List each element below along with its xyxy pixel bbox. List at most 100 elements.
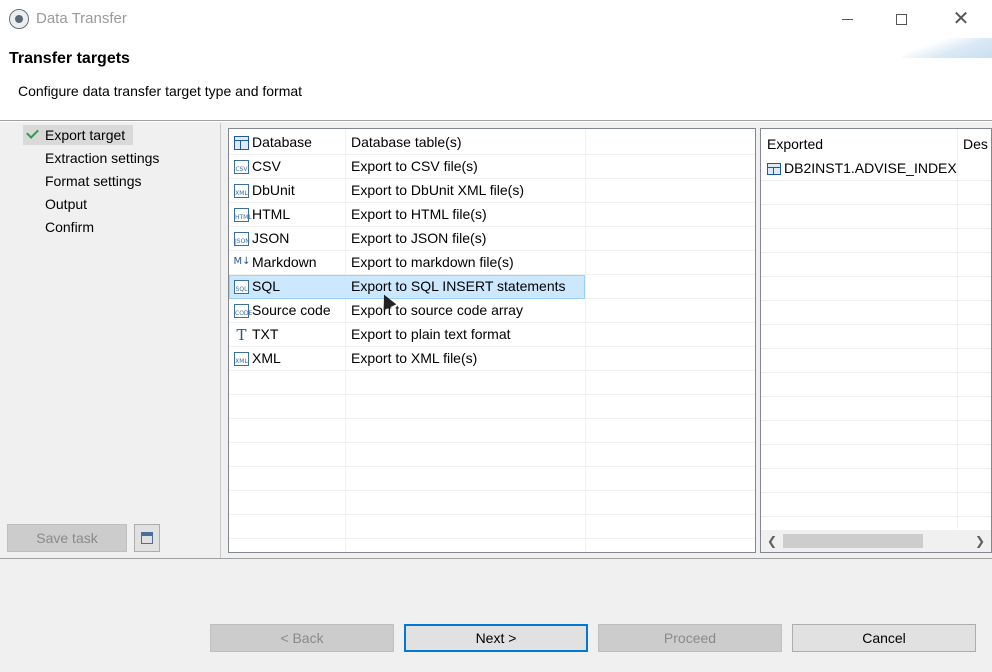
sql-file-icon: SQL bbox=[234, 280, 249, 294]
empty-row bbox=[761, 469, 991, 493]
page-title: Transfer targets bbox=[9, 50, 130, 67]
empty-row bbox=[761, 301, 991, 325]
empty-row bbox=[761, 205, 991, 229]
empty-row bbox=[761, 181, 991, 205]
format-description: Export to CSV file(s) bbox=[351, 158, 478, 174]
format-description: Database table(s) bbox=[351, 134, 462, 150]
scroll-left-icon[interactable]: ❮ bbox=[763, 532, 781, 550]
format-row-dbunit[interactable]: XML DbUnit Export to DbUnit XML file(s) bbox=[229, 179, 755, 203]
step-label: Extraction settings bbox=[45, 150, 160, 166]
step-export-target[interactable]: Export target bbox=[23, 125, 133, 145]
close-button[interactable]: ✕ bbox=[932, 0, 990, 38]
maximize-button[interactable] bbox=[872, 0, 930, 38]
format-name: Source code bbox=[252, 302, 331, 318]
empty-row bbox=[229, 395, 755, 419]
format-description: Export to HTML file(s) bbox=[351, 206, 487, 222]
back-button[interactable]: < Back bbox=[210, 624, 394, 652]
format-row-xml[interactable]: XML XML Export to XML file(s) bbox=[229, 347, 755, 371]
format-row-source-code[interactable]: CODE Source code Export to source code a… bbox=[229, 299, 755, 323]
app-logo-icon bbox=[9, 9, 29, 29]
xml-file-icon: XML bbox=[234, 184, 249, 198]
markdown-icon: M↓ bbox=[232, 256, 252, 270]
cancel-button[interactable]: Cancel bbox=[792, 624, 976, 652]
nav-divider bbox=[220, 123, 221, 558]
wizard-header: Transfer targets Configure data transfer… bbox=[0, 38, 992, 120]
json-file-icon: JSON bbox=[234, 232, 250, 246]
step-confirm[interactable]: Confirm bbox=[45, 217, 94, 237]
csv-file-icon: CSV bbox=[234, 160, 249, 174]
step-label: Export target bbox=[45, 127, 126, 143]
xml-file-icon: XML bbox=[234, 352, 249, 366]
format-name: TXT bbox=[252, 326, 279, 342]
format-name: CSV bbox=[252, 158, 281, 174]
step-output[interactable]: Output bbox=[45, 194, 87, 214]
scroll-thumb[interactable] bbox=[783, 534, 923, 548]
step-format-settings[interactable]: Format settings bbox=[45, 171, 141, 191]
table-icon bbox=[767, 163, 781, 175]
format-row-csv[interactable]: CSV CSV Export to CSV file(s) bbox=[229, 155, 755, 179]
save-task-icon bbox=[141, 532, 153, 544]
format-row-markdown[interactable]: M↓ Markdown Export to markdown file(s) bbox=[229, 251, 755, 275]
format-description: Export to JSON file(s) bbox=[351, 230, 487, 246]
format-description: Export to markdown file(s) bbox=[351, 254, 514, 270]
empty-row bbox=[761, 349, 991, 373]
empty-row bbox=[229, 515, 755, 539]
header-decoration bbox=[902, 38, 992, 58]
format-name: JSON bbox=[252, 230, 290, 246]
text-icon: T bbox=[234, 328, 249, 343]
save-task-button[interactable]: Save task bbox=[7, 524, 127, 552]
empty-row bbox=[229, 419, 755, 443]
exported-object-name: DB2INST1.ADVISE_INDEX bbox=[784, 160, 957, 176]
empty-row bbox=[229, 467, 755, 491]
empty-row bbox=[761, 253, 991, 277]
format-row-database[interactable]: Database Database table(s) bbox=[229, 131, 755, 155]
format-description: Export to source code array bbox=[351, 302, 523, 318]
minimize-button[interactable] bbox=[818, 0, 876, 38]
wizard-steps: Export target Extraction settings Format… bbox=[0, 123, 220, 558]
format-row-html[interactable]: HTML HTML Export to HTML file(s) bbox=[229, 203, 755, 227]
proceed-button[interactable]: Proceed bbox=[598, 624, 782, 652]
format-row-json[interactable]: JSON JSON Export to JSON file(s) bbox=[229, 227, 755, 251]
next-button[interactable]: Next > bbox=[404, 624, 588, 652]
window-title: Data Transfer bbox=[36, 10, 127, 27]
format-description: Export to DbUnit XML file(s) bbox=[351, 182, 524, 198]
title-bar: Data Transfer ✕ bbox=[0, 0, 992, 38]
format-description: Export to XML file(s) bbox=[351, 350, 478, 366]
exported-row[interactable]: DB2INST1.ADVISE_INDEX bbox=[761, 157, 991, 181]
step-label: Output bbox=[45, 196, 88, 212]
close-icon: ✕ bbox=[952, 8, 970, 30]
exported-objects-table[interactable]: Exported Des DB2INST1.ADVISE_INDEX ❮ ❯ bbox=[760, 128, 992, 553]
column-header-description[interactable]: Des bbox=[963, 136, 988, 152]
page-description: Configure data transfer target type and … bbox=[18, 83, 303, 99]
horizontal-scrollbar[interactable]: ❮ ❯ bbox=[761, 530, 991, 552]
checkmark-icon bbox=[26, 126, 39, 139]
empty-row bbox=[229, 443, 755, 467]
empty-row bbox=[761, 397, 991, 421]
empty-row bbox=[761, 325, 991, 349]
step-label: Format settings bbox=[45, 173, 142, 189]
format-table[interactable]: Database Database table(s) CSV CSV Expor… bbox=[228, 128, 756, 553]
empty-row bbox=[761, 373, 991, 397]
scroll-right-icon[interactable]: ❯ bbox=[971, 532, 989, 550]
header-divider-highlight bbox=[0, 121, 992, 122]
step-extraction-settings[interactable]: Extraction settings bbox=[45, 148, 159, 168]
format-name: SQL bbox=[252, 278, 281, 294]
format-row-txt[interactable]: T TXT Export to plain text format bbox=[229, 323, 755, 347]
format-name: XML bbox=[252, 350, 281, 366]
empty-row bbox=[761, 445, 991, 469]
maximize-icon bbox=[895, 13, 907, 25]
html-file-icon: HTML bbox=[234, 208, 252, 222]
format-name: Markdown bbox=[252, 254, 317, 270]
empty-row bbox=[761, 493, 991, 517]
minimize-icon bbox=[841, 18, 853, 20]
format-row-sql[interactable]: SQL SQL Export to SQL INSERT statements bbox=[229, 275, 755, 299]
database-table-icon bbox=[234, 136, 249, 150]
empty-row bbox=[761, 277, 991, 301]
format-name: Database bbox=[252, 134, 312, 150]
save-task-icon-button[interactable] bbox=[134, 524, 160, 552]
format-description: Export to SQL INSERT statements bbox=[351, 278, 566, 294]
empty-row bbox=[229, 371, 755, 395]
column-header-exported[interactable]: Exported bbox=[767, 136, 823, 152]
format-description: Export to plain text format bbox=[351, 326, 511, 342]
footer-divider bbox=[0, 558, 992, 559]
